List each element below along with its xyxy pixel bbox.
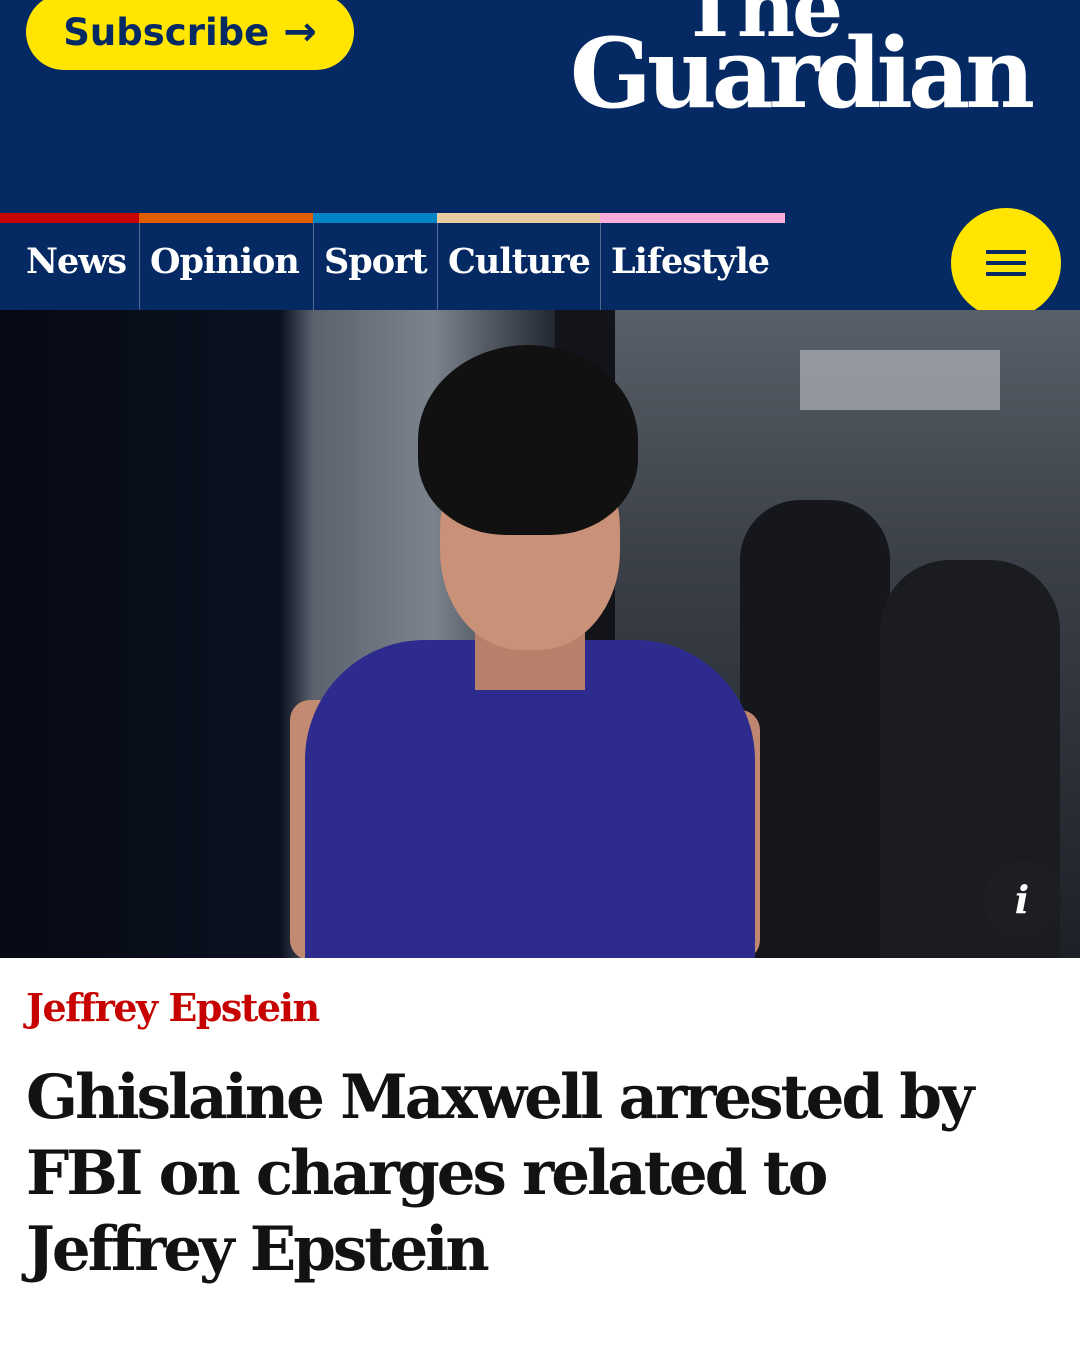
guardian-logo[interactable]: The Guardian (569, 0, 1035, 130)
logo-line-2: Guardian (569, 17, 1035, 130)
article-header: Jeffrey Epstein Ghislaine Maxwell arrest… (26, 985, 1036, 1288)
hero-ceiling-light (800, 350, 1000, 410)
menu-button[interactable] (951, 208, 1061, 318)
subscribe-button[interactable]: Subscribe → (26, 0, 354, 70)
hamburger-icon-line-2 (986, 261, 1026, 265)
hamburger-icon-line-3 (986, 272, 1026, 276)
article-kicker[interactable]: Jeffrey Epstein (26, 985, 1036, 1030)
pillar-color-culture (437, 213, 600, 223)
masthead: Subscribe → The Guardian (0, 0, 1080, 213)
pillar-color-lifestyle (600, 213, 785, 223)
nav-item-lifestyle[interactable]: Lifestyle (600, 223, 785, 310)
image-info-button[interactable]: i (983, 860, 1061, 938)
pillar-color-sport (313, 213, 437, 223)
pillar-nav: News Opinion Sport Culture Lifestyle (0, 213, 1080, 310)
pillar-color-news (0, 213, 139, 223)
hamburger-icon-line-1 (986, 250, 1026, 254)
article-headline[interactable]: Ghislaine Maxwell arrested by FBI on cha… (26, 1060, 1036, 1288)
pillar-color-strip (0, 213, 785, 223)
hero-background-person (740, 500, 890, 958)
hero-image[interactable]: i (0, 310, 1080, 958)
nav-item-opinion[interactable]: Opinion (139, 223, 313, 310)
hero-subject-hair (418, 345, 638, 535)
pillar-color-opinion (139, 213, 313, 223)
subscribe-label: Subscribe (63, 10, 270, 54)
arrow-right-icon: → (283, 9, 317, 55)
nav-items: News Opinion Sport Culture Lifestyle (0, 223, 785, 310)
nav-item-news[interactable]: News (0, 223, 139, 310)
info-icon: i (1014, 876, 1030, 922)
nav-item-sport[interactable]: Sport (313, 223, 437, 310)
nav-item-culture[interactable]: Culture (437, 223, 600, 310)
